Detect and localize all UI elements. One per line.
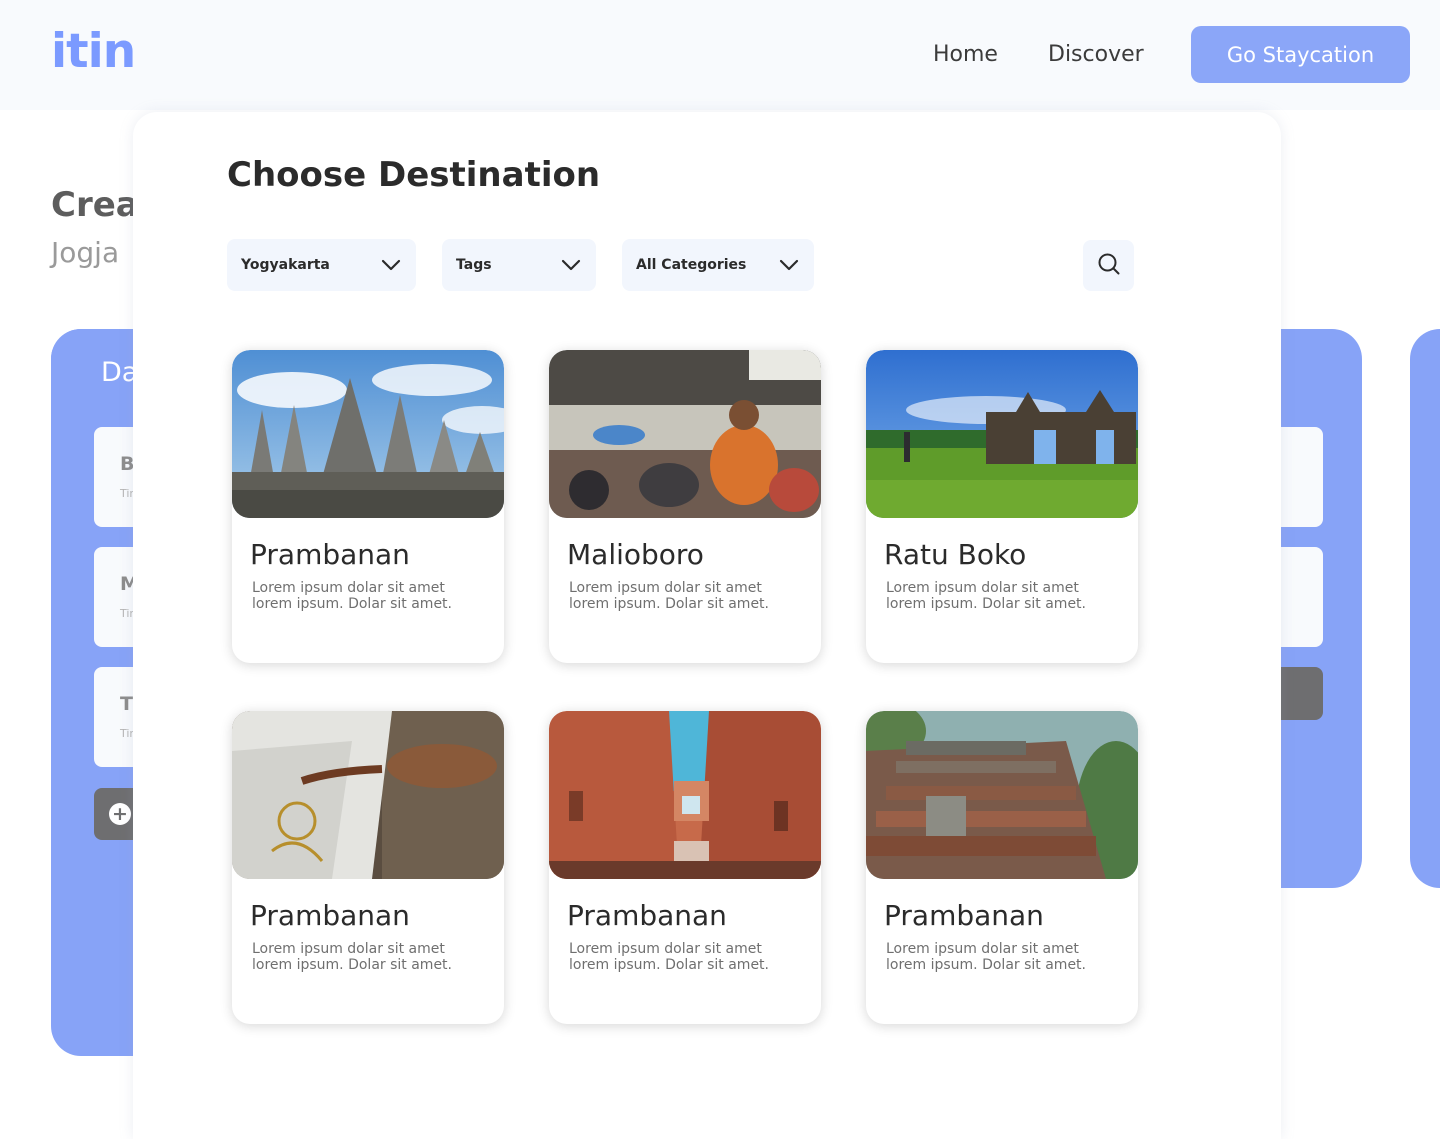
destination-description-line: Lorem ipsum dolar sit amet bbox=[252, 580, 445, 596]
destination-description-line: Lorem ipsum dolar sit amet bbox=[886, 941, 1079, 957]
destination-description: Lorem ipsum dolar sit amet lorem ipsum. … bbox=[886, 941, 1126, 973]
destination-card[interactable]: Prambanan Lorem ipsum dolar sit amet lor… bbox=[232, 711, 504, 1024]
destination-description-line: lorem ipsum. Dolar sit amet. bbox=[886, 957, 1086, 973]
nav-discover-link[interactable]: Discover bbox=[1048, 42, 1144, 67]
tags-filter-value: Tags bbox=[456, 257, 492, 273]
background-page-title: Crea bbox=[51, 185, 139, 225]
destination-name: Prambanan bbox=[250, 538, 410, 571]
chevron-down-icon bbox=[778, 254, 800, 276]
destination-description-line: lorem ipsum. Dolar sit amet. bbox=[252, 957, 452, 973]
brand-logo[interactable]: itin bbox=[51, 24, 136, 79]
destination-photo bbox=[232, 350, 504, 518]
go-staycation-button[interactable]: Go Staycation bbox=[1191, 26, 1410, 83]
next-day-panel bbox=[1410, 329, 1440, 888]
modal-title: Choose Destination bbox=[227, 155, 601, 195]
chevron-down-icon bbox=[560, 254, 582, 276]
destination-name: Prambanan bbox=[567, 899, 727, 932]
destination-name: Malioboro bbox=[567, 538, 704, 571]
destination-description-line: Lorem ipsum dolar sit amet bbox=[886, 580, 1079, 596]
background-page-subtitle: Jogja bbox=[51, 236, 120, 269]
destination-description-line: lorem ipsum. Dolar sit amet. bbox=[252, 596, 452, 612]
destination-card[interactable]: Malioboro Lorem ipsum dolar sit amet lor… bbox=[549, 350, 821, 663]
city-filter-value: Yogyakarta bbox=[241, 257, 330, 273]
destination-description: Lorem ipsum dolar sit amet lorem ipsum. … bbox=[886, 580, 1126, 612]
destination-card[interactable]: Prambanan Lorem ipsum dolar sit amet lor… bbox=[549, 711, 821, 1024]
tags-filter-dropdown[interactable]: Tags bbox=[442, 239, 596, 291]
nav-home-link[interactable]: Home bbox=[933, 42, 998, 67]
city-filter-dropdown[interactable]: Yogyakarta bbox=[227, 239, 416, 291]
destination-card[interactable]: Ratu Boko Lorem ipsum dolar sit amet lor… bbox=[866, 350, 1138, 663]
destination-name: Prambanan bbox=[884, 899, 1044, 932]
top-nav-bar: itin Home Discover Go Staycation bbox=[0, 0, 1440, 110]
plus-icon: + bbox=[109, 803, 131, 825]
itinerary-item-time: Tir bbox=[120, 487, 134, 500]
destination-description: Lorem ipsum dolar sit amet lorem ipsum. … bbox=[252, 580, 492, 612]
destination-description-line: Lorem ipsum dolar sit amet bbox=[569, 580, 762, 596]
search-button[interactable] bbox=[1083, 240, 1134, 291]
destination-photo bbox=[549, 711, 821, 879]
choose-destination-modal: Choose Destination Yogyakarta Tags All C… bbox=[133, 112, 1281, 1139]
destination-card[interactable]: Prambanan Lorem ipsum dolar sit amet lor… bbox=[866, 711, 1138, 1024]
chevron-down-icon bbox=[380, 254, 402, 276]
itinerary-item-time: Tir bbox=[120, 607, 134, 620]
destination-description-line: lorem ipsum. Dolar sit amet. bbox=[886, 596, 1086, 612]
search-icon bbox=[1097, 252, 1121, 280]
destination-description-line: lorem ipsum. Dolar sit amet. bbox=[569, 596, 769, 612]
category-filter-dropdown[interactable]: All Categories bbox=[622, 239, 814, 291]
category-filter-value: All Categories bbox=[636, 257, 747, 273]
destination-name: Prambanan bbox=[250, 899, 410, 932]
destination-photo bbox=[866, 711, 1138, 879]
destination-description-line: lorem ipsum. Dolar sit amet. bbox=[569, 957, 769, 973]
destination-description: Lorem ipsum dolar sit amet lorem ipsum. … bbox=[569, 941, 809, 973]
destination-description: Lorem ipsum dolar sit amet lorem ipsum. … bbox=[252, 941, 492, 973]
destination-description-line: Lorem ipsum dolar sit amet bbox=[252, 941, 445, 957]
itinerary-item-title: T bbox=[120, 693, 133, 715]
destination-photo bbox=[866, 350, 1138, 518]
destination-photo bbox=[232, 711, 504, 879]
destination-photo bbox=[549, 350, 821, 518]
destination-description-line: Lorem ipsum dolar sit amet bbox=[569, 941, 762, 957]
destination-card[interactable]: Prambanan Lorem ipsum dolar sit amet lor… bbox=[232, 350, 504, 663]
destination-name: Ratu Boko bbox=[884, 538, 1027, 571]
destination-description: Lorem ipsum dolar sit amet lorem ipsum. … bbox=[569, 580, 809, 612]
itinerary-item-time: Tir bbox=[120, 727, 134, 740]
